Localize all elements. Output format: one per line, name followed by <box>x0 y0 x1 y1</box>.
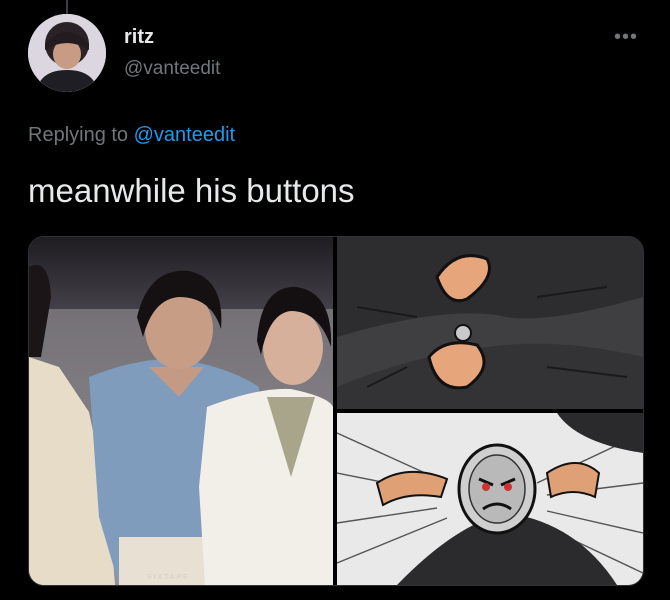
media-comic-button-strained[interactable] <box>337 237 643 409</box>
tweet[interactable]: ritz @vanteedit ••• Replying to @vanteed… <box>0 0 670 600</box>
replying-to-line: Replying to @vanteedit <box>28 124 235 147</box>
replying-mention-link[interactable]: @vanteedit <box>134 124 235 146</box>
media-grid[interactable]: SIXTAPE <box>28 236 644 586</box>
tweet-text: meanwhile his buttons <box>28 172 355 209</box>
display-name[interactable]: ritz <box>124 26 154 49</box>
thread-connector-line <box>66 0 68 14</box>
more-options-icon[interactable]: ••• <box>614 26 638 49</box>
media-photo-people[interactable]: SIXTAPE <box>29 237 333 585</box>
replying-prefix: Replying to <box>28 124 129 146</box>
user-handle[interactable]: @vanteedit <box>124 58 220 80</box>
photo-watermark: SIXTAPE <box>147 573 189 581</box>
avatar[interactable] <box>28 14 106 92</box>
media-comic-button-angry[interactable] <box>337 413 643 585</box>
